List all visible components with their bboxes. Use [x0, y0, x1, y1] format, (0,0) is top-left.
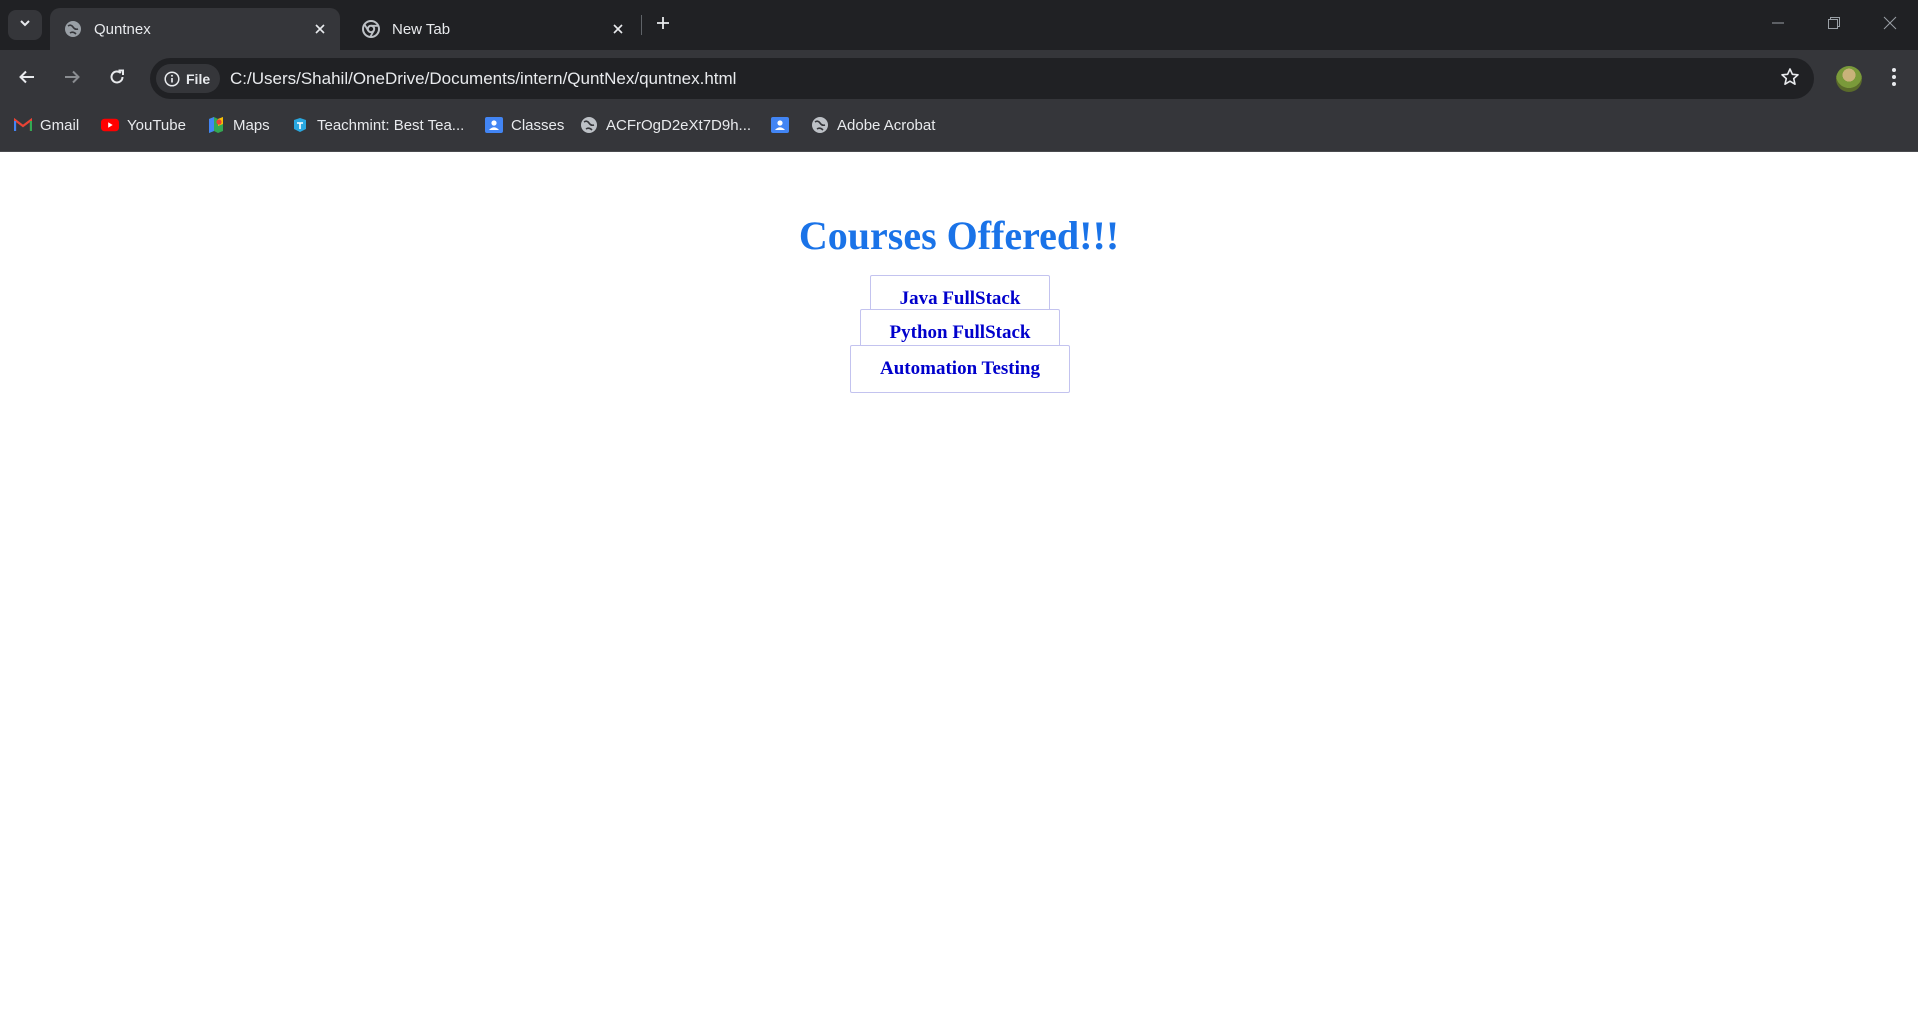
browser-menu-button[interactable] — [1878, 63, 1910, 95]
tab-title: Quntnex — [94, 20, 151, 38]
minimize-button[interactable] — [1750, 0, 1806, 50]
minimize-icon — [1771, 16, 1785, 35]
bookmarks-bar: Gmail YouTube Maps Teachmint: Best Tea..… — [0, 107, 1918, 152]
bookmark-label: ACFrOgD2eXt7D9h... — [606, 116, 752, 134]
bookmark-youtube[interactable]: YouTube — [101, 107, 186, 143]
bookmark-classes[interactable]: Classes — [485, 107, 564, 143]
page-heading: Courses Offered!!! — [798, 213, 1120, 258]
profile-avatar[interactable] — [1836, 66, 1862, 92]
classroom-icon — [485, 116, 503, 134]
tab-search-button[interactable] — [8, 10, 42, 40]
restore-icon — [1827, 16, 1841, 35]
bookmark-label: Classes — [511, 116, 565, 134]
restore-button[interactable] — [1806, 0, 1862, 50]
tab-divider — [641, 15, 642, 35]
reload-button[interactable] — [101, 63, 133, 95]
browser-toolbar: File C:/Users/Shahil/OneDrive/Documents/… — [0, 50, 1918, 107]
address-bar[interactable]: File C:/Users/Shahil/OneDrive/Documents/… — [150, 58, 1814, 99]
chrome-icon — [362, 20, 380, 38]
info-icon — [164, 70, 180, 87]
bookmark-acfrogd2[interactable]: ACFrOgD2eXt7D9h... — [580, 107, 751, 143]
bookmark-label: YouTube — [127, 116, 186, 134]
bookmark-label: Gmail — [40, 116, 80, 134]
tab-strip: Quntnex New Tab — [0, 0, 1918, 50]
more-vertical-icon — [1891, 67, 1897, 92]
bookmark-classroom[interactable] — [771, 107, 797, 143]
close-window-button[interactable] — [1862, 0, 1918, 50]
globe-icon — [811, 116, 829, 134]
globe-icon — [580, 116, 598, 134]
tab-new-tab[interactable]: New Tab — [348, 8, 638, 50]
bookmark-label: Maps — [233, 116, 270, 134]
page-viewport: Courses Offered!!! Java FullStack Python… — [0, 152, 1918, 1015]
close-icon — [1883, 16, 1897, 35]
site-info-chip[interactable]: File — [156, 64, 221, 93]
globe-icon — [64, 20, 82, 38]
site-chip-label: File — [186, 70, 211, 87]
classroom-icon — [771, 116, 789, 134]
back-button[interactable] — [11, 63, 43, 95]
youtube-icon — [101, 116, 119, 134]
bookmark-maps[interactable]: Maps — [207, 107, 270, 143]
bookmark-label: Adobe Acrobat — [837, 116, 936, 134]
forward-button[interactable] — [56, 63, 88, 95]
chevron-down-icon — [18, 16, 32, 35]
maps-icon — [207, 116, 225, 134]
arrow-right-icon — [63, 68, 81, 91]
course-automation-testing[interactable]: Automation Testing — [850, 345, 1070, 393]
tab-quntnex[interactable]: Quntnex — [50, 8, 340, 50]
tab-title: New Tab — [392, 20, 451, 38]
bookmark-gmail[interactable]: Gmail — [14, 107, 79, 143]
bookmark-teachmint[interactable]: Teachmint: Best Tea... — [291, 107, 464, 143]
bookmark-label: Teachmint: Best Tea... — [317, 116, 465, 134]
bookmark-adobe-acrobat[interactable]: Adobe Acrobat — [811, 107, 935, 143]
url-text[interactable]: C:/Users/Shahil/OneDrive/Documents/inter… — [230, 69, 736, 89]
close-tab-icon[interactable] — [310, 19, 330, 39]
close-tab-icon[interactable] — [608, 19, 628, 39]
teachmint-icon — [291, 116, 309, 134]
gmail-icon — [14, 116, 32, 134]
new-tab-button[interactable] — [648, 10, 678, 40]
star-icon — [1780, 67, 1800, 92]
reload-icon — [108, 68, 126, 91]
plus-icon — [655, 15, 671, 36]
bookmark-star-button[interactable] — [1778, 67, 1802, 91]
arrow-left-icon — [18, 68, 36, 91]
